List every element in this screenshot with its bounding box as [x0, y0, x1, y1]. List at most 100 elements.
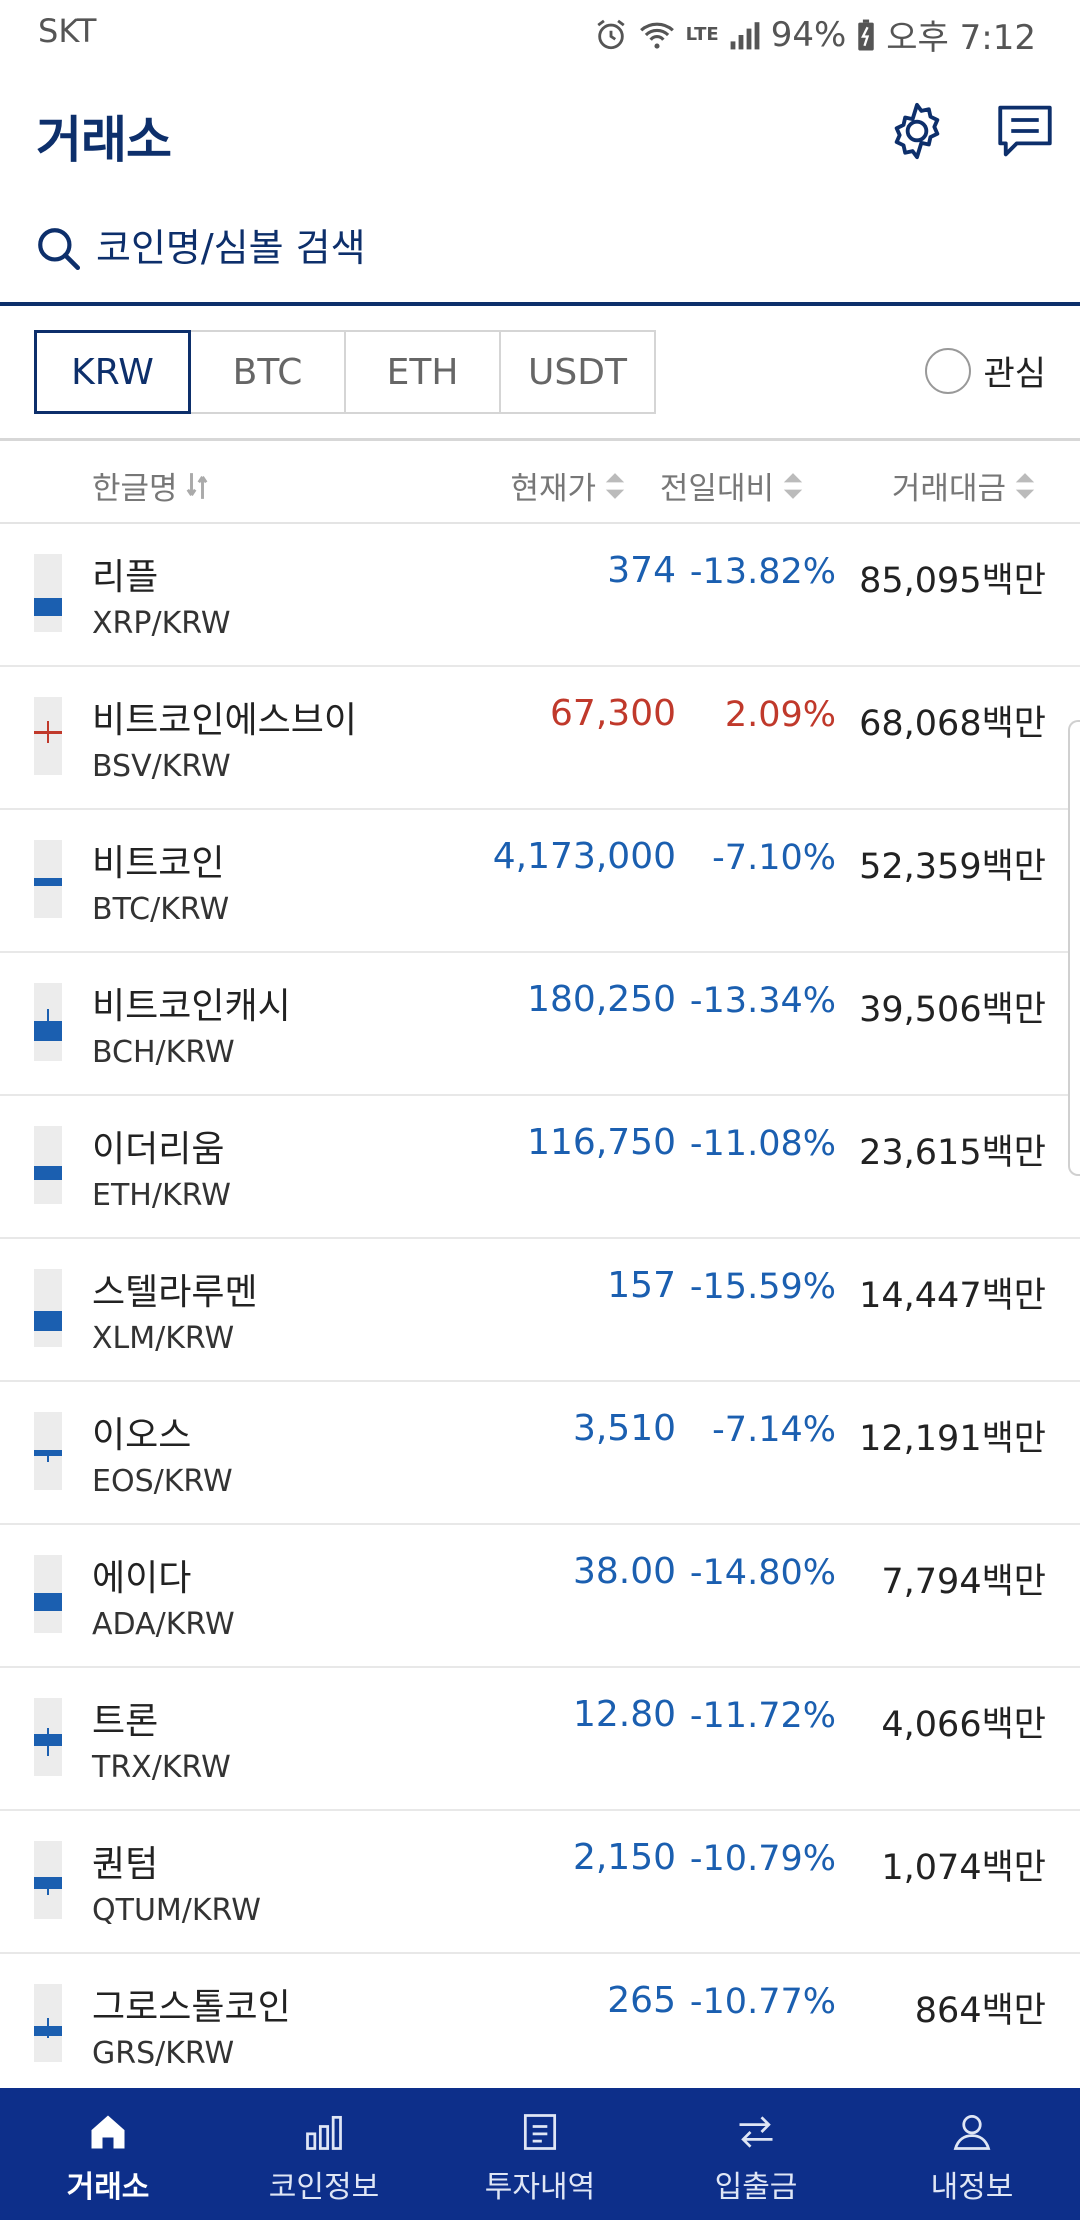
sort-by-volume[interactable]: 거래대금: [892, 463, 1036, 508]
coin-name: 이더리움: [92, 1129, 225, 1170]
coin-price: 180,250: [527, 979, 676, 1020]
favorites-radio[interactable]: [925, 347, 972, 394]
sort-by-name[interactable]: 한글명: [92, 463, 208, 508]
column-name-label: 한글명: [92, 471, 178, 507]
battery-percent: 94%: [770, 14, 847, 55]
coin-name: 비트코인에스브이: [92, 700, 357, 741]
coin-pair: BTC/KRW: [92, 892, 230, 927]
favorites-label: 관심: [983, 354, 1046, 394]
coin-price: 374: [607, 550, 676, 591]
coin-volume: 23,615백만: [859, 1133, 1046, 1173]
search-bar: [0, 196, 1080, 306]
mini-candle-icon: [34, 554, 62, 632]
mini-candle-icon: [34, 1984, 62, 2062]
favorites-toggle[interactable]: 관심: [925, 346, 1046, 395]
document-icon: [523, 2114, 557, 2150]
swap-sort-icon: [186, 472, 207, 499]
sort-by-price[interactable]: 현재가: [510, 463, 626, 508]
tab-krw[interactable]: KRW: [34, 330, 191, 414]
coin-pair: XRP/KRW: [92, 606, 231, 641]
nav-my-info-label: 내정보: [930, 2170, 1014, 2205]
coin-price: 3,510: [572, 1408, 676, 1449]
gear-icon[interactable]: [884, 98, 950, 164]
coin-volume: 85,095백만: [859, 561, 1046, 601]
coin-change: -7.10%: [712, 838, 836, 878]
table-row[interactable]: 퀀텀 QTUM/KRW 2,150 -10.79% 1,074백만: [0, 1811, 1080, 1954]
wifi-icon: [639, 22, 674, 49]
table-row[interactable]: 비트코인캐시 BCH/KRW 180,250 -13.34% 39,506백만: [0, 953, 1080, 1096]
chat-icon[interactable]: [992, 98, 1058, 164]
bar-chart-icon: [306, 2115, 342, 2150]
table-row[interactable]: 스텔라루멘 XLM/KRW 157 -15.59% 14,447백만: [0, 1239, 1080, 1382]
battery-charging-icon: [858, 19, 875, 50]
coin-pair: ADA/KRW: [92, 1607, 235, 1642]
table-row[interactable]: 트론 TRX/KRW 12.80 -11.72% 4,066백만: [0, 1668, 1080, 1811]
nav-exchange-label: 거래소: [66, 2170, 150, 2205]
coin-name: 그로스톨코인: [92, 1987, 291, 2028]
coin-volume: 12,191백만: [859, 1419, 1046, 1459]
table-row[interactable]: 이더리움 ETH/KRW 116,750 -11.08% 23,615백만: [0, 1096, 1080, 1239]
coin-change: -15.59%: [689, 1267, 836, 1307]
home-icon: [91, 2115, 125, 2149]
nav-exchange[interactable]: 거래소: [0, 2088, 216, 2220]
table-row[interactable]: 그로스톨코인 GRS/KRW 265 -10.77% 864백만: [0, 1954, 1080, 2097]
column-price-label: 현재가: [510, 471, 596, 507]
coin-volume: 7,794백만: [881, 1562, 1046, 1602]
table-row[interactable]: 이오스 EOS/KRW 3,510 -7.14% 12,191백만: [0, 1382, 1080, 1525]
status-icons: LTE 94% 오후 7:12: [594, 10, 1036, 59]
table-row[interactable]: 비트코인 BTC/KRW 4,173,000 -7.10% 52,359백만: [0, 810, 1080, 953]
nav-coin-info[interactable]: 코인정보: [216, 2088, 432, 2220]
tab-eth[interactable]: ETH: [344, 330, 501, 414]
column-header-row: 한글명 현재가 전일대비 거래대금: [0, 438, 1080, 524]
search-input[interactable]: [96, 218, 996, 278]
coin-name: 비트코인: [92, 843, 225, 884]
coin-price: 157: [607, 1265, 676, 1306]
coin-price: 38.00: [572, 1551, 676, 1592]
nav-deposit-withdraw-label: 입출금: [714, 2170, 798, 2205]
scroll-handle[interactable]: [1068, 720, 1080, 1176]
sort-arrows-icon: [605, 472, 625, 499]
coin-name: 에이다: [92, 1558, 192, 1599]
coin-volume: 14,447백만: [859, 1276, 1046, 1316]
network-label: LTE: [685, 24, 719, 45]
alarm-icon: [597, 19, 625, 49]
coin-pair: EOS/KRW: [92, 1464, 233, 1499]
coin-change: 2.09%: [724, 695, 836, 735]
tab-btc[interactable]: BTC: [189, 330, 346, 414]
coin-change: -14.80%: [689, 1553, 836, 1593]
coin-price: 67,300: [550, 693, 676, 734]
coin-volume: 68,068백만: [859, 704, 1046, 744]
coin-name: 비트코인캐시: [92, 986, 291, 1027]
coin-pair: QTUM/KRW: [92, 1893, 261, 1928]
tab-usdt[interactable]: USDT: [499, 330, 656, 414]
coin-name: 퀀텀: [92, 1844, 159, 1885]
nav-coin-info-label: 코인정보: [268, 2170, 380, 2205]
sort-by-change[interactable]: 전일대비: [660, 463, 804, 508]
coin-change: -11.72%: [689, 1696, 836, 1736]
nav-deposit-withdraw[interactable]: 입출금: [648, 2088, 864, 2220]
coin-change: -7.14%: [712, 1410, 836, 1450]
nav-investments[interactable]: 투자내역: [432, 2088, 648, 2220]
mini-candle-icon: [34, 1269, 62, 1347]
bottom-nav: 거래소 코인정보 투자내역 입출금 내정보: [0, 2088, 1080, 2220]
coin-name: 이오스: [92, 1415, 192, 1456]
sort-arrows-icon: [1015, 472, 1035, 499]
carrier-label: SKT: [38, 12, 97, 50]
coin-change: -13.34%: [689, 981, 836, 1021]
mini-candle-icon: [34, 840, 62, 918]
coin-change: -10.79%: [689, 1839, 836, 1879]
mini-candle-icon: [34, 697, 62, 775]
coin-list: 리플 XRP/KRW 374 -13.82% 85,095백만 비트코인에스브이…: [0, 524, 1080, 2097]
table-row[interactable]: 리플 XRP/KRW 374 -13.82% 85,095백만: [0, 524, 1080, 667]
market-tabs: KRW BTC ETH USDT: [34, 330, 656, 414]
table-row[interactable]: 비트코인에스브이 BSV/KRW 67,300 2.09% 68,068백만: [0, 667, 1080, 810]
page-title: 거래소: [36, 111, 172, 169]
search-icon: [38, 228, 81, 271]
coin-price: 2,150: [572, 1837, 676, 1878]
coin-pair: GRS/KRW: [92, 2036, 235, 2071]
coin-pair: BCH/KRW: [92, 1035, 235, 1070]
table-row[interactable]: 에이다 ADA/KRW 38.00 -14.80% 7,794백만: [0, 1525, 1080, 1668]
coin-name: 트론: [92, 1701, 159, 1742]
coin-name: 스텔라루멘: [92, 1272, 258, 1313]
nav-my-info[interactable]: 내정보: [864, 2088, 1080, 2220]
